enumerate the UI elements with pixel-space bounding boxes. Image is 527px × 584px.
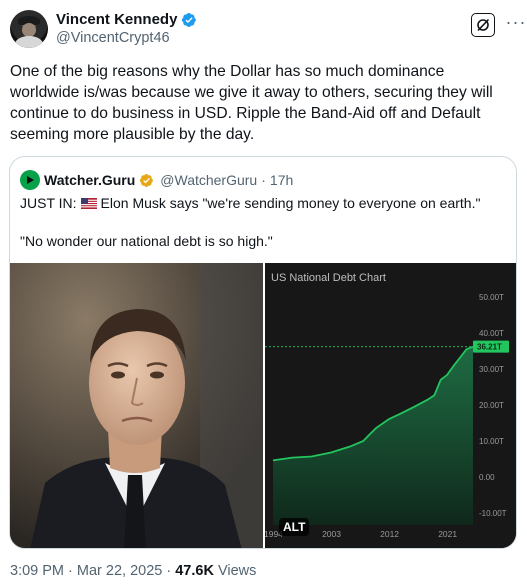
quoted-text-line-1: JUST IN: Elon Musk says "we're sending m… — [20, 195, 480, 211]
quoted-author-display-name[interactable]: Watcher.Guru — [44, 172, 135, 188]
x-tick-label: 2021 — [438, 529, 457, 539]
quoted-text-prefix: JUST IN: — [20, 195, 77, 211]
y-tick-label: 20.00T — [479, 401, 504, 410]
media-photo[interactable] — [10, 263, 263, 548]
y-tick-label: 30.00T — [479, 365, 504, 374]
y-tick-label: 50.00T — [479, 293, 504, 302]
footer-separator: · — [166, 563, 172, 579]
quoted-tweet-header: Watcher.Guru @WatcherGuru · 17h — [20, 170, 293, 190]
author-avatar[interactable] — [10, 10, 48, 48]
y-tick-label: 0.00 — [479, 473, 495, 482]
chart-title: US National Debt Chart — [271, 272, 386, 284]
y-tick-label: 10.00T — [479, 437, 504, 446]
media-chart[interactable]: US National Debt Chart 50.00T 40.00T 30.00… — [265, 263, 516, 548]
grok-icon — [477, 18, 490, 32]
tweet-footer: 3:09 PM · Mar 22, 2025 · 47.6K Views — [10, 563, 256, 579]
x-tick-label: 2012 — [380, 529, 399, 539]
author-handle[interactable]: @VincentCrypt46 — [56, 30, 170, 46]
quoted-separator: · — [261, 172, 266, 188]
more-options-button[interactable]: ··· — [505, 13, 527, 37]
y-tick-label: 40.00T — [479, 329, 504, 338]
grok-button[interactable] — [471, 13, 495, 37]
quoted-text-line-2: "No wonder our national debt is so high.… — [20, 233, 273, 249]
gold-verified-badge-icon — [140, 173, 154, 187]
quoted-timestamp[interactable]: 17h — [270, 172, 293, 188]
quoted-author-handle[interactable]: @WatcherGuru — [160, 172, 257, 188]
verified-badge-icon — [182, 12, 197, 27]
views-count: 47.6K — [175, 563, 214, 579]
x-tick-label: 2003 — [322, 529, 341, 539]
quoted-media-grid: US National Debt Chart 50.00T 40.00T 30.00… — [10, 263, 516, 548]
tweet-text: One of the big reasons why the Dollar ha… — [10, 63, 493, 143]
tweet-timestamp[interactable]: 3:09 PM · Mar 22, 2025 — [10, 563, 162, 579]
quoted-tweet[interactable]: Watcher.Guru @WatcherGuru · 17h JUST IN:… — [9, 156, 517, 549]
tweet-header: Vincent Kennedy @VincentCrypt46 ··· — [10, 9, 525, 49]
quoted-author-avatar[interactable] — [20, 170, 40, 190]
portrait-illustration — [10, 263, 263, 548]
play-logo-icon — [27, 176, 34, 184]
author-display-name[interactable]: Vincent Kennedy — [56, 11, 177, 28]
debt-chart-svg: US National Debt Chart 50.00T 40.00T 30.00… — [265, 263, 516, 548]
y-tick-label: -10.00T — [479, 509, 507, 518]
quoted-text-body: Elon Musk says "we're sending money to e… — [100, 195, 481, 211]
author-name-row: Vincent Kennedy — [56, 11, 197, 28]
us-flag-icon — [80, 197, 97, 209]
alt-badge[interactable]: ALT — [279, 518, 310, 536]
current-value-label: 36.21T — [477, 343, 502, 352]
views-label: Views — [217, 563, 257, 579]
